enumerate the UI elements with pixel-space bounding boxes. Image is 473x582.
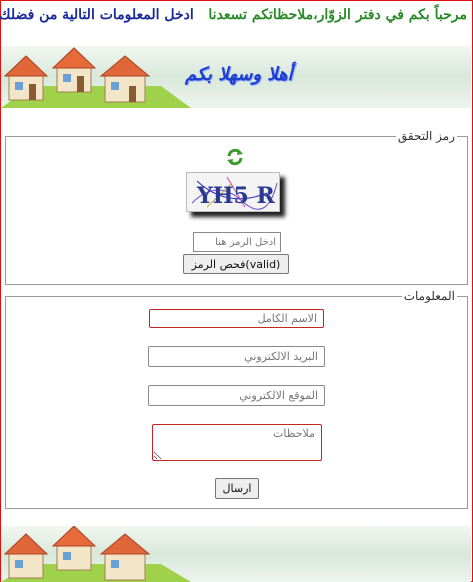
title-greeting: مرحباً بكم في دفتر الزوّار،ملاحظاتكم تسع… <box>208 7 467 23</box>
check-code-button[interactable]: فحص الرمز(valid) <box>183 254 289 274</box>
notes-textarea[interactable] <box>152 424 322 461</box>
bottom-banner <box>1 526 471 582</box>
captcha-text: YH5 R <box>196 183 275 209</box>
info-legend: المعلومات <box>403 289 455 303</box>
title-instruction: ادخل المعلومات التالية من فضلك <box>0 7 194 23</box>
page-title: مرحباً بكم في دفتر الزوّار،ملاحظاتكم تسع… <box>0 7 467 23</box>
top-banner: أهلا وسهلا بكم <box>1 46 471 108</box>
send-button[interactable]: ارسال <box>215 478 259 499</box>
captcha-code-input[interactable] <box>193 232 281 252</box>
full-name-input[interactable] <box>149 309 324 328</box>
refresh-captcha-icon[interactable] <box>225 147 245 167</box>
welcome-banner-text: أهلا وسهلا بكم <box>185 64 293 85</box>
houses-illustration-bottom <box>1 526 191 582</box>
verification-legend: رمز التحقق <box>397 129 455 143</box>
email-input[interactable] <box>148 346 325 367</box>
captcha-image: YH5 R <box>186 172 280 212</box>
houses-illustration <box>1 47 191 108</box>
website-input[interactable] <box>148 385 325 406</box>
